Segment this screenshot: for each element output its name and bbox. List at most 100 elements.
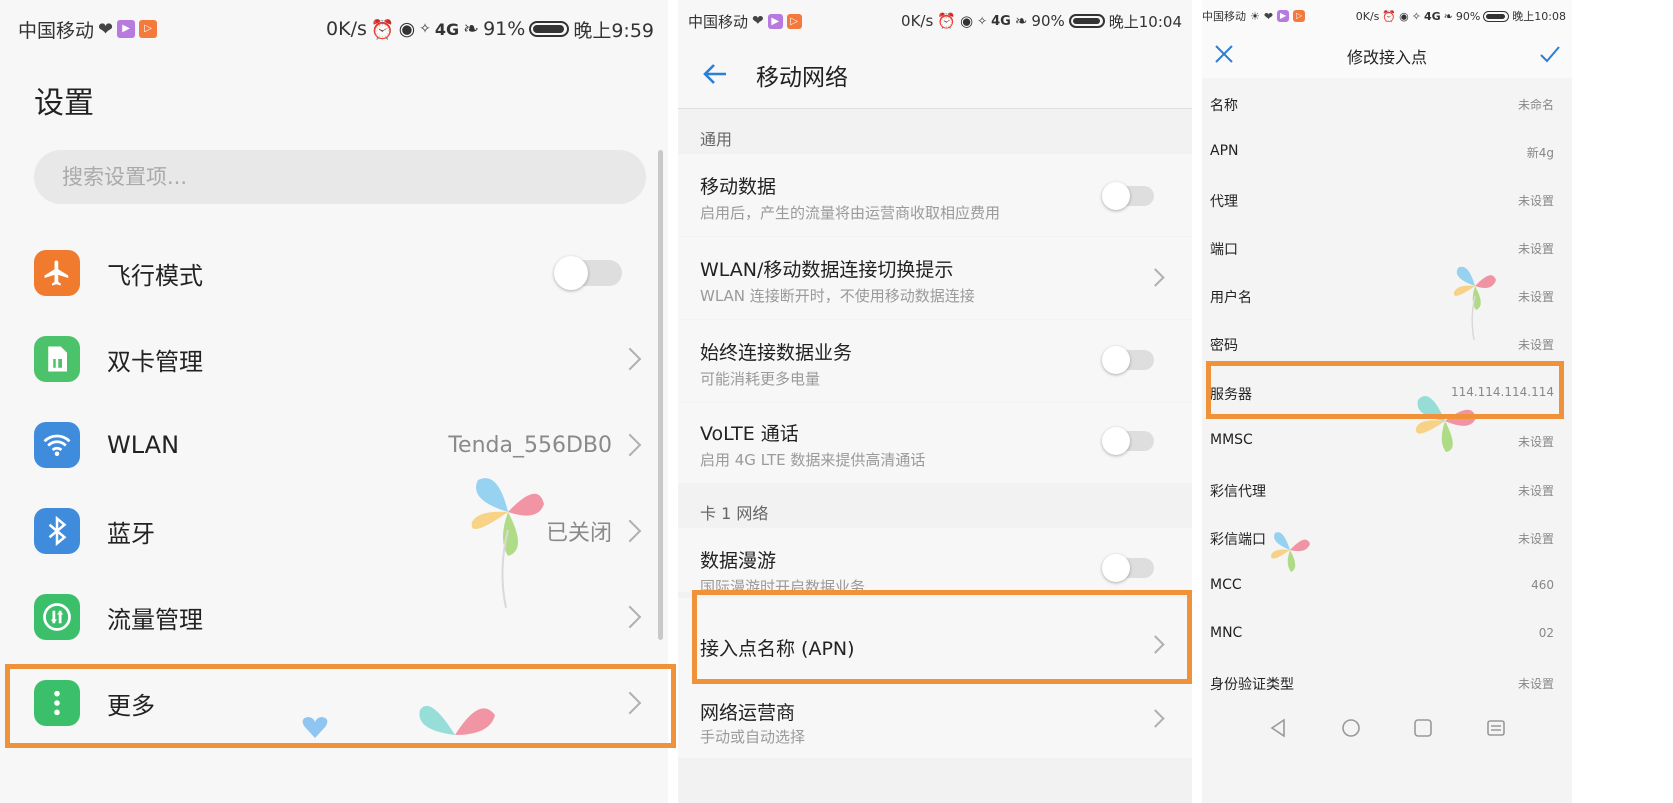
apn-field-mcc[interactable]: MCC 460 [1202, 562, 1572, 610]
settings-item-data-usage[interactable]: 流量管理 [0, 574, 668, 660]
item-title: VoLTE 通话 [700, 423, 799, 445]
alarm-icon: ⏰ [370, 18, 395, 41]
apn-field-mmsc[interactable]: MMSC 未设置 [1202, 417, 1572, 465]
heart-icon: ❤ [752, 13, 764, 29]
nav-notification-icon[interactable] [1485, 717, 1507, 739]
video-app-icon: ▶ [1277, 10, 1290, 22]
field-value: 新4g [1526, 146, 1554, 160]
checkmark-icon[interactable] [1538, 42, 1562, 66]
settings-item-dual-sim[interactable]: 双卡管理 [0, 316, 668, 402]
list-item-apn[interactable]: 接入点名称 (APN) [678, 598, 1192, 688]
field-label: 代理 [1210, 194, 1238, 210]
net-speed: 0K/s [901, 12, 934, 30]
settings-item-bluetooth[interactable]: 蓝牙 已关闭 [0, 488, 668, 574]
data-roaming-toggle[interactable] [1102, 554, 1154, 582]
field-value: 未设置 [1517, 194, 1554, 208]
net-speed: 0K/s [1355, 9, 1380, 23]
apn-field-apn[interactable]: APN 新4g [1202, 128, 1572, 176]
carrier-label: 中国移动 [688, 12, 749, 31]
apn-field-port[interactable]: 端口 未设置 [1202, 224, 1572, 272]
back-arrow-icon[interactable] [700, 58, 732, 90]
field-label: 名称 [1210, 98, 1238, 114]
list-item-always-on-data[interactable]: 始终连接数据业务 可能消耗更多电量 [678, 320, 1192, 402]
item-title: 始终连接数据业务 [700, 342, 853, 364]
carrier-label: 中国移动 [1202, 10, 1246, 23]
video-app-icon: ▶ [117, 20, 136, 38]
item-subtitle: 启用 4G LTE 数据来提供高清通话 [700, 451, 926, 469]
apn-field-proxy[interactable]: 代理 未设置 [1202, 176, 1572, 224]
always-on-data-toggle[interactable] [1102, 346, 1154, 374]
section-header-general: 通用 [700, 130, 733, 149]
search-input[interactable]: 搜索设置项... [34, 150, 646, 204]
field-label: 彩信端口 [1210, 532, 1266, 548]
status-bar: 中国移动 ☀ ❤ ▶ ▷ 0K/s ⏰ ◉ ✧ 4G ❧ 90% 晚上10:08 [1202, 0, 1572, 32]
field-value: 未设置 [1517, 484, 1554, 498]
field-label: 端口 [1210, 242, 1238, 258]
field-label: 服务器 [1210, 387, 1252, 403]
battery-icon [529, 21, 570, 37]
nav-home-icon[interactable] [1340, 717, 1362, 739]
airplane-mode-toggle[interactable] [554, 256, 622, 290]
settings-item-airplane-mode[interactable]: 飞行模式 [0, 230, 668, 316]
edit-apn-screen: 中国移动 ☀ ❤ ▶ ▷ 0K/s ⏰ ◉ ✧ 4G ❧ 90% 晚上10:08… [1202, 0, 1572, 803]
settings-item-label: WLAN [107, 431, 180, 459]
apn-field-name[interactable]: 名称 未命名 [1202, 80, 1572, 128]
apn-field-password[interactable]: 密码 未设置 [1202, 320, 1572, 368]
list-item-wlan-switch-prompt[interactable]: WLAN/移动数据连接切换提示 WLAN 连接断开时，不使用移动数据连接 [678, 237, 1192, 319]
video-app-icon: ▶ [767, 13, 783, 29]
eye-comfort-icon: ◉ [1399, 9, 1409, 23]
field-label: 密码 [1210, 338, 1238, 354]
settings-item-label: 更多 [107, 691, 155, 720]
mobile-data-toggle[interactable] [1102, 182, 1154, 210]
item-subtitle: WLAN 连接断开时，不使用移动数据连接 [700, 287, 975, 305]
status-bar: 中国移动 ❤ ▶ ▷ 0K/s ⏰ ◉ ✧ 4G ❧ 90% 晚上10:04 [678, 0, 1192, 42]
field-value: 未设置 [1517, 435, 1554, 449]
section-header-card1: 卡 1 网络 [700, 504, 769, 523]
page-title: 设置 [34, 86, 94, 121]
nav-back-icon[interactable] [1267, 717, 1289, 739]
field-value: 未设置 [1517, 338, 1554, 352]
item-subtitle: 可能消耗更多电量 [700, 370, 821, 388]
item-title: 接入点名称 (APN) [700, 638, 855, 660]
apn-field-mms-port[interactable]: 彩信端口 未设置 [1202, 514, 1572, 562]
apn-field-server[interactable]: 服务器 114.114.114.114 [1202, 369, 1572, 417]
data-usage-icon [34, 594, 80, 640]
list-item-network-operator[interactable]: 网络运营商 手动或自动选择 [678, 688, 1192, 758]
page-title: 修改接入点 [1346, 48, 1427, 67]
apn-field-mms-proxy[interactable]: 彩信代理 未设置 [1202, 466, 1572, 514]
field-value: 114.114.114.114 [1450, 385, 1554, 399]
list-item-volte[interactable]: VoLTE 通话 启用 4G LTE 数据来提供高清通话 [678, 403, 1192, 483]
chevron-right-icon [1146, 635, 1165, 654]
heart-icon: ❤ [1263, 9, 1274, 23]
chevron-right-icon [618, 347, 642, 371]
item-subtitle: 启用后，产生的流量将由运营商收取相应费用 [700, 204, 1001, 222]
field-label: 身份验证类型 [1210, 677, 1294, 693]
chevron-right-icon [618, 519, 642, 543]
chevron-right-icon [618, 605, 642, 629]
nav-recents-icon[interactable] [1412, 717, 1434, 739]
list-item-mobile-data[interactable]: 移动数据 启用后，产生的流量将由运营商收取相应费用 [678, 154, 1192, 236]
network-type: 4G [1423, 9, 1441, 23]
battery-icon [1483, 10, 1510, 22]
item-subtitle: 手动或自动选择 [700, 728, 806, 746]
sim-card-icon [34, 336, 80, 382]
field-label: APN [1210, 143, 1239, 159]
field-label: MCC [1210, 577, 1242, 593]
apn-field-mnc[interactable]: MNC 02 [1202, 610, 1572, 658]
field-label: MNC [1210, 625, 1243, 641]
settings-item-more[interactable]: 更多 [0, 660, 668, 746]
more-vertical-icon [34, 680, 80, 726]
field-label: 用户名 [1210, 290, 1252, 306]
chevron-right-icon [1146, 709, 1165, 728]
list-item-data-roaming[interactable]: 数据漫游 国际漫游时开启数据业务 [678, 528, 1192, 596]
apn-field-auth-type[interactable]: 身份验证类型 未设置 [1202, 659, 1572, 707]
signal-icon: ✧ [1411, 9, 1421, 23]
heart-icon: ❤ [98, 18, 114, 40]
field-label: MMSC [1210, 432, 1253, 448]
wifi-icon [34, 422, 80, 468]
apn-field-username[interactable]: 用户名 未设置 [1202, 272, 1572, 320]
settings-item-wlan[interactable]: WLAN Tenda_556DB0 [0, 402, 668, 488]
settings-item-label: 流量管理 [107, 605, 203, 634]
settings-item-label: 蓝牙 [107, 519, 155, 548]
volte-toggle[interactable] [1102, 427, 1154, 455]
